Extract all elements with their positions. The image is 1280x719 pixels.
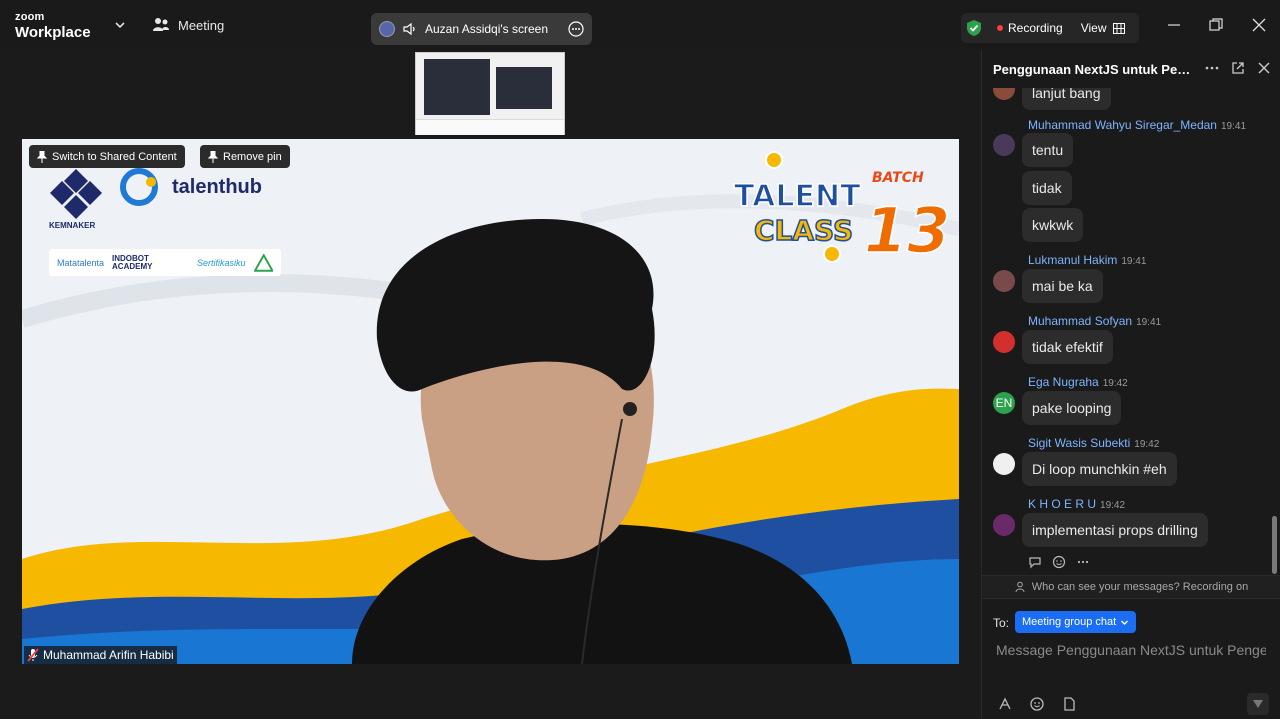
emoji-icon[interactable]	[1029, 696, 1045, 712]
pin-icon	[37, 150, 47, 163]
message-bubble[interactable]: kwkwk	[1022, 208, 1084, 242]
more-icon[interactable]	[1205, 61, 1219, 75]
title-bar: zoom Workplace Meeting Auzan Assidqi's s…	[0, 0, 1280, 50]
sharer-avatar	[379, 21, 395, 37]
recipient-dropdown[interactable]: Meeting group chat	[1015, 611, 1137, 633]
message-bubble[interactable]: mai be ka	[1022, 269, 1103, 303]
svg-text:13: 13	[864, 194, 950, 267]
zoom-logo[interactable]: zoom Workplace	[15, 11, 91, 41]
send-icon	[1253, 700, 1263, 708]
participant-name: Muhammad Arifin Habibi	[43, 648, 174, 662]
speaker-icon	[403, 23, 415, 35]
message-bubble[interactable]: tidak	[1022, 171, 1072, 205]
taskbar-preview	[416, 119, 564, 135]
message-input[interactable]	[996, 639, 1266, 661]
message-bubble[interactable]: tidak efektif	[1022, 330, 1113, 364]
message-bubble[interactable]: pake looping	[1022, 391, 1122, 425]
code-editor-preview	[496, 67, 552, 109]
switch-to-shared-content-button[interactable]: Switch to Shared Content	[29, 145, 185, 168]
message-bubble[interactable]: tentu	[1022, 133, 1074, 167]
svg-text:BATCH: BATCH	[872, 170, 924, 186]
chat-messages[interactable]: lanjut bang Muhammad Wahyu Siregar_Medan…	[982, 88, 1272, 616]
partner-indobot: INDOBOT ACADEMY	[112, 253, 153, 271]
person-lock-icon	[1015, 581, 1025, 593]
participant-name-tag: Muhammad Arifin Habibi	[24, 646, 177, 664]
pop-out-icon[interactable]	[1231, 61, 1245, 75]
view-label: View	[1080, 21, 1107, 35]
logo-top-text: zoom	[15, 11, 45, 23]
avatar	[993, 134, 1015, 156]
recording-label: Recording	[1008, 21, 1063, 35]
visibility-text: Who can see your messages? Recording on	[1031, 581, 1249, 593]
shared-screen-thumbnail[interactable]	[415, 52, 565, 135]
avatar	[993, 331, 1015, 353]
avatar	[993, 88, 1015, 100]
message-bubble[interactable]: implementasi props drilling	[1022, 513, 1208, 547]
remove-pin-button[interactable]: Remove pin	[200, 145, 290, 168]
restore-icon[interactable]	[1208, 17, 1224, 33]
to-label: To:	[993, 616, 1010, 630]
avatar	[993, 514, 1015, 536]
close-panel-icon[interactable]	[1257, 61, 1271, 75]
recording-view-group: Recording View	[961, 13, 1139, 43]
message-actions	[1028, 555, 1090, 569]
logo-bottom-text: Workplace	[15, 24, 91, 41]
screen-share-indicator[interactable]: Auzan Assidqi's screen	[371, 13, 592, 45]
sender-name: Sigit Wasis Subekti 19:42	[1028, 436, 1160, 450]
partner-logos: Matatalenta INDOBOT ACADEMY Sertifikasik…	[49, 249, 281, 276]
sender-name: Lukmanul Hakim 19:41	[1028, 253, 1147, 267]
kemnaker-brand: KEMNAKER	[49, 221, 96, 230]
minimize-icon[interactable]	[1166, 17, 1182, 33]
visibility-notice[interactable]: Who can see your messages? Recording on	[982, 575, 1280, 598]
message-bubble[interactable]: lanjut bang	[1022, 88, 1111, 110]
chevron-down-icon	[1121, 620, 1129, 625]
recording-dot-icon	[997, 25, 1003, 31]
svg-text:TALENT: TALENT	[734, 179, 861, 214]
muted-mic-icon	[27, 648, 39, 662]
grid-view-icon	[1112, 22, 1125, 34]
avatar	[993, 270, 1015, 292]
shield-icon[interactable]	[961, 15, 987, 41]
send-button[interactable]	[1247, 693, 1269, 715]
partner-sertifikasiku: Sertifikasiku	[197, 257, 246, 268]
recipient-label: Meeting group chat	[1022, 616, 1117, 628]
participants-icon	[153, 18, 169, 31]
remove-pin-label: Remove pin	[223, 150, 282, 163]
chevron-down-icon[interactable]	[113, 18, 127, 32]
virtual-background: TALENT CLASS BATCH 13	[22, 139, 959, 664]
partner-badge-icon	[253, 253, 273, 272]
close-icon[interactable]	[1251, 17, 1267, 33]
talenthub-brand: talenthub	[172, 176, 262, 198]
pinned-video[interactable]: TALENT CLASS BATCH 13 Switch to Shared C…	[22, 139, 959, 664]
pin-icon	[208, 150, 218, 163]
chat-header: Penggunaan NextJS untuk Penge...	[982, 50, 1280, 88]
code-editor-preview	[424, 59, 490, 115]
meeting-label: Meeting	[178, 17, 225, 33]
sender-name: Muhammad Wahyu Siregar_Medan 19:41	[1028, 118, 1247, 132]
partner-matatalenta: Matatalenta	[57, 257, 105, 268]
add-reaction-icon[interactable]	[1052, 555, 1066, 569]
meeting-button[interactable]: Meeting	[152, 17, 224, 33]
chat-scrollbar[interactable]	[1272, 516, 1277, 574]
more-actions-icon[interactable]	[1076, 555, 1090, 569]
sender-name: Muhammad Sofyan 19:41	[1028, 314, 1162, 328]
svg-text:CLASS: CLASS	[754, 214, 853, 247]
file-icon[interactable]	[1061, 696, 1077, 712]
recording-indicator[interactable]: Recording	[997, 21, 1063, 35]
message-bubble[interactable]: Di loop munchkin #eh	[1022, 452, 1177, 486]
view-button[interactable]: View	[1081, 21, 1125, 35]
chat-title: Penggunaan NextJS untuk Penge...	[993, 61, 1198, 77]
avatar	[993, 453, 1015, 475]
more-options-icon[interactable]	[568, 21, 584, 37]
avatar: EN	[993, 392, 1015, 414]
share-label: Auzan Assidqi's screen	[425, 22, 549, 36]
switch-label: Switch to Shared Content	[52, 150, 177, 163]
sender-name: K H O E R U 19:42	[1028, 497, 1126, 511]
reply-icon[interactable]	[1028, 555, 1042, 569]
sender-name: Ega Nugraha 19:42	[1028, 375, 1128, 389]
format-text-icon[interactable]	[997, 696, 1013, 712]
chat-panel: Penggunaan NextJS untuk Penge... lanjut …	[981, 50, 1280, 719]
compose-area: To: Meeting group chat	[982, 598, 1280, 719]
